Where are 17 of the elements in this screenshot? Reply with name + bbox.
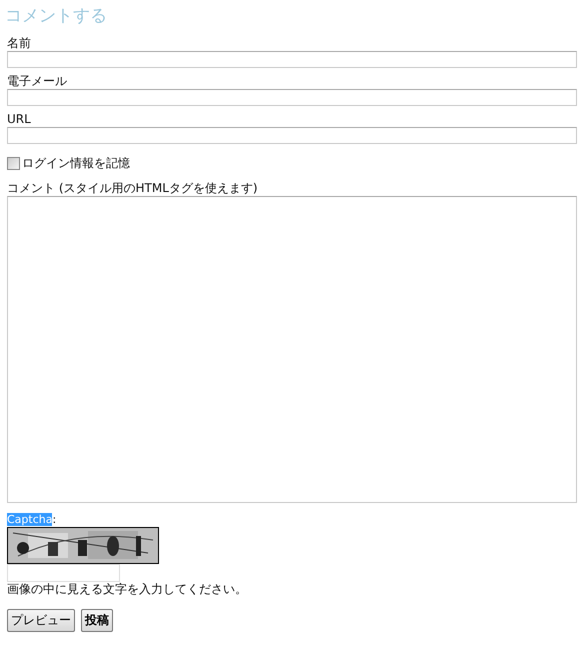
submit-button[interactable]: 投稿 — [81, 609, 113, 632]
input-field[interactable] — [7, 127, 577, 144]
field-label: コメント (スタイル用のHTMLタグを使えます) — [7, 181, 259, 195]
comment-field[interactable] — [7, 196, 577, 503]
form-title: コメントする — [5, 5, 108, 28]
colon-text: : — [52, 513, 56, 526]
checkbox-label: ログイン情報を記憶 — [22, 155, 130, 172]
input-field[interactable] — [7, 89, 577, 106]
field-label: 名前 — [7, 36, 32, 50]
field-label: URL — [7, 112, 32, 126]
input-field[interactable] — [7, 51, 577, 68]
checkbox[interactable] — [7, 157, 20, 170]
captcha-label: Captcha — [7, 513, 52, 526]
field-label: 電子メール — [7, 74, 68, 88]
submit-button[interactable]: プレビュー — [7, 609, 75, 632]
captcha-hint: 画像の中に見える文字を入力してください。 — [7, 582, 248, 596]
captcha-input-field[interactable] — [7, 564, 120, 582]
